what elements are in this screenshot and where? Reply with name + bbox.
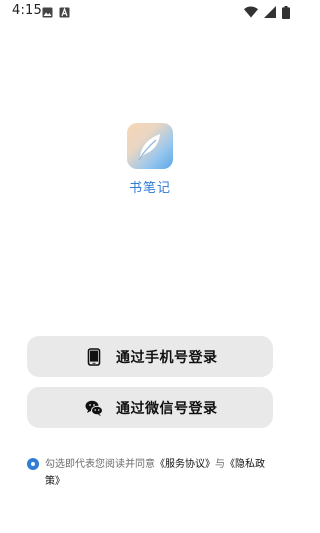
gallery-notification-icon [42, 7, 53, 17]
status-system-icons [244, 5, 290, 19]
a-notification-icon [59, 6, 70, 17]
status-time: 4:15 [12, 3, 42, 18]
phone-login-button[interactable]: 通过手机号登录 [27, 336, 273, 377]
agreement-prefix: 勾选即代表您阅读并同意 [45, 459, 155, 470]
wechat-login-button[interactable]: 通过微信号登录 [27, 387, 273, 428]
agreement-text: 勾选即代表您阅读并同意《服务协议》与《隐私政策》 [27, 456, 277, 490]
agreement-section: 勾选即代表您阅读并同意《服务协议》与《隐私政策》 [27, 456, 277, 490]
agreement-conjunction: 与 [215, 459, 225, 470]
wechat-login-label: 通过微信号登录 [116, 401, 218, 417]
service-agreement-link[interactable]: 《服务协议》 [155, 459, 215, 470]
status-notification-icons [42, 5, 70, 19]
phone-icon [87, 348, 101, 366]
battery-icon [282, 5, 290, 19]
status-bar: 4:15 [0, 0, 300, 24]
app-name: 书笔记 [128, 181, 171, 196]
app-logo [127, 123, 173, 169]
signal-icon [264, 6, 276, 18]
wechat-icon [85, 400, 103, 416]
feather-icon [138, 134, 160, 161]
wifi-icon [244, 6, 258, 18]
phone-login-label: 通过手机号登录 [116, 350, 218, 366]
agreement-radio[interactable] [27, 458, 39, 470]
